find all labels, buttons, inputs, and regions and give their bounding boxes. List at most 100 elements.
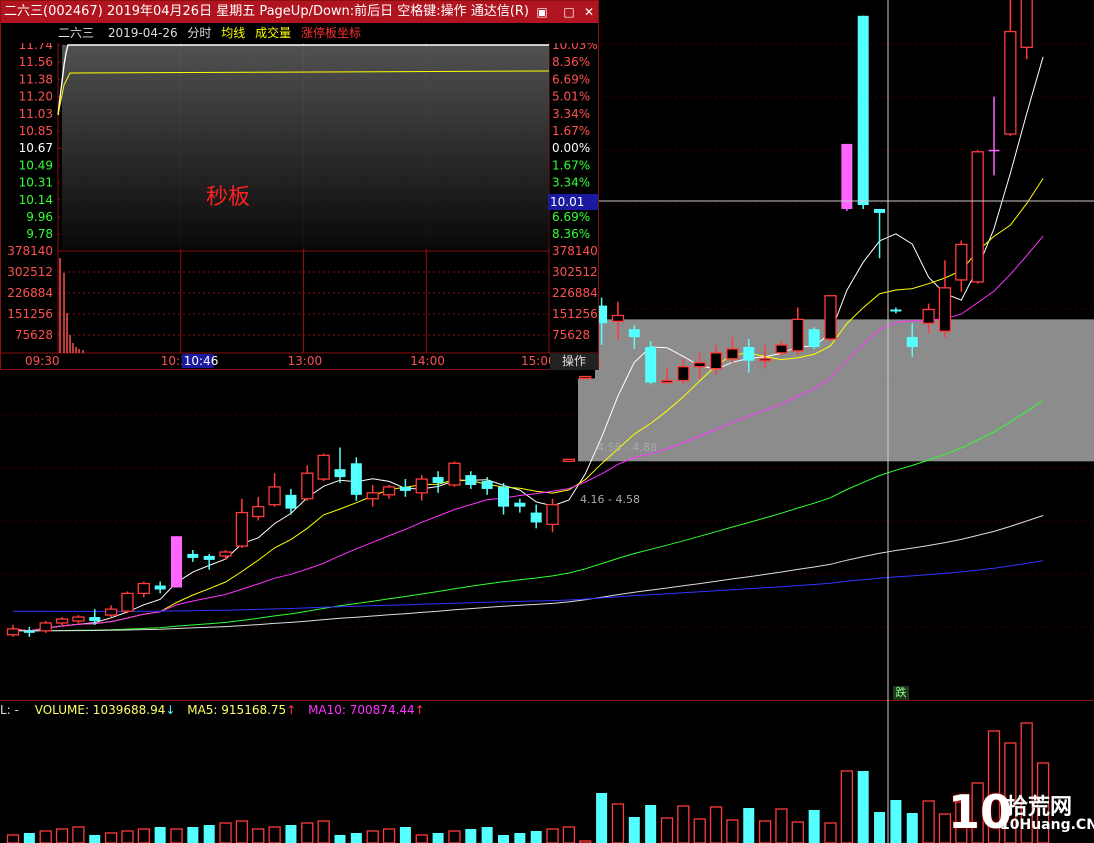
candle: [39, 621, 52, 633]
price-tick-label: 11.38: [19, 72, 53, 86]
candle-body: [72, 616, 85, 622]
restore-icon[interactable]: ▣: [534, 4, 550, 20]
candle-body: [23, 630, 35, 633]
volume-bar: [154, 827, 166, 843]
price-tick-label: 10.14: [19, 193, 53, 207]
volume-bar: [382, 828, 396, 843]
candle-body: [743, 346, 755, 361]
candle-body: [857, 15, 869, 206]
candle: [988, 96, 1000, 176]
candle: [546, 498, 559, 533]
price-tick-label: 10.31: [19, 176, 53, 190]
operation-button[interactable]: 操作: [550, 353, 598, 370]
candle: [530, 504, 542, 529]
volume-tick-label: 302512: [552, 265, 598, 279]
volume-bar: [301, 822, 314, 843]
candle-body: [252, 506, 265, 518]
intraday-fill: [62, 45, 549, 249]
volume-bar: [89, 835, 101, 843]
price-tick-label: 10.85: [19, 124, 53, 138]
candle: [562, 458, 576, 462]
candle: [137, 581, 150, 598]
volume-tick-label: 226884: [552, 286, 598, 300]
volume-bar: [121, 830, 134, 843]
ma250-line: [12, 560, 1044, 612]
legend-limit-axis[interactable]: 涨停板坐标: [301, 26, 361, 40]
candle-body: [301, 472, 314, 500]
legend-volume[interactable]: 成交量: [255, 26, 291, 40]
price-tick-label: 11.56: [19, 55, 53, 69]
maximize-icon[interactable]: □: [561, 4, 577, 20]
candle-body: [498, 486, 509, 507]
candle: [824, 295, 837, 342]
candle-body: [203, 555, 215, 560]
volume-bar: [677, 805, 690, 843]
candle: [285, 488, 297, 515]
candle-body: [235, 511, 249, 547]
candle: [55, 617, 69, 625]
legend-avg-line[interactable]: 均线: [221, 26, 245, 40]
candle-body: [366, 492, 379, 500]
candle: [317, 453, 330, 482]
candle-body: [824, 295, 837, 340]
candle-body: [693, 362, 706, 368]
popup-titlebar[interactable]: 二六三(002467) 2019年04月26日 星期五 PageUp/Down:…: [1, 1, 598, 23]
intraday-popup-window[interactable]: 二六三(002467) 2019年04月26日 星期五 PageUp/Down:…: [0, 0, 599, 370]
watermark-domain: 10Huang.CN: [1000, 817, 1094, 833]
candle: [791, 307, 804, 355]
zone-label-lower: 4.16 - 4.58: [580, 493, 640, 506]
volume-bar: [743, 808, 755, 843]
volume-bar: [55, 828, 69, 843]
candle-body: [579, 375, 592, 380]
candle-body: [350, 463, 362, 495]
candle-body: [775, 344, 788, 354]
pct-tick-label: 6.69%: [552, 210, 590, 224]
candle: [187, 550, 199, 562]
candle-body: [530, 512, 542, 523]
volume-bar: [268, 826, 281, 843]
volume-bar: [317, 820, 330, 843]
volume-bar: [219, 822, 232, 843]
candle: [350, 457, 362, 501]
intraday-mode: 分时: [187, 26, 212, 40]
volume-bar: [693, 818, 706, 843]
candle-body: [382, 486, 396, 496]
volume-bar: [104, 832, 118, 843]
candle: [171, 536, 182, 588]
volume-bar: [890, 800, 902, 843]
candle: [72, 615, 85, 623]
intraday-header: 二六三 2019-04-26 分时 均线 成交量 涨停板坐标: [1, 23, 598, 43]
close-icon[interactable]: ✕: [581, 4, 597, 20]
candle-body: [660, 379, 674, 384]
candle: [415, 475, 428, 501]
candle-body: [399, 486, 411, 491]
volume-bar: [415, 834, 428, 843]
volume-bar: [432, 833, 444, 843]
candle: [334, 447, 346, 483]
volume-bar: [726, 819, 739, 843]
candle-body: [39, 622, 52, 632]
volume-value: VOLUME: 1039688.94: [34, 703, 166, 717]
price-tick-label: 11.74: [19, 43, 53, 52]
volume-bar: [596, 793, 608, 843]
candle-body: [726, 348, 739, 360]
volume-bar: [514, 833, 526, 843]
pct-tick-label: 1.67%: [552, 124, 590, 138]
volume-bar: [72, 826, 85, 843]
candle: [955, 240, 968, 292]
volume-arrow: ↓: [165, 703, 176, 717]
volume-bar: [203, 825, 215, 843]
price-tick-label: 10.49: [19, 158, 53, 172]
volume-bar: [546, 828, 559, 843]
volume-bar: [481, 827, 493, 843]
candle: [219, 550, 232, 560]
candle: [514, 498, 526, 513]
candle: [938, 260, 952, 338]
candle: [971, 149, 984, 284]
volume-bar: [660, 817, 674, 843]
volume-tick-label: 378140: [552, 244, 598, 258]
candle-body: [465, 475, 477, 485]
intraday-chart[interactable]: 11.74 11.56 11.38 11.20 11.03 10.85 10.67 10.49…: [1, 43, 598, 369]
candle-body: [890, 309, 902, 312]
volume-bar: [791, 821, 804, 843]
